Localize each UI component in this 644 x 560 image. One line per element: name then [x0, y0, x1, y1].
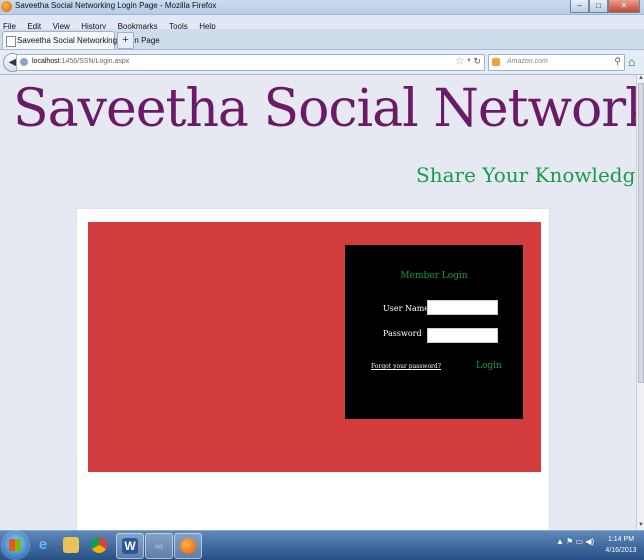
page-content: Saveetha Social Networking Share Your Kn… — [0, 75, 636, 530]
page-icon — [6, 36, 16, 47]
home-icon[interactable]: ⌂ — [628, 55, 635, 69]
forgot-password-link[interactable]: Forgot your password? — [371, 363, 441, 370]
window-controls: – □ ✕ — [570, 0, 640, 13]
maximize-button[interactable]: □ — [589, 0, 608, 13]
window-titlebar: Saveetha Social Networking Login Page - … — [0, 0, 644, 15]
minimize-button[interactable]: – — [570, 0, 589, 13]
clock-date: 4/16/2013 — [605, 547, 637, 554]
dropdown-arrow-icon[interactable]: ▼ — [466, 58, 472, 64]
scroll-up-icon[interactable]: ▲ — [637, 75, 644, 83]
ie-icon: e — [38, 536, 48, 553]
url-host: localhost — [32, 58, 60, 65]
vertical-scrollbar[interactable]: ▲ ▼ — [636, 75, 644, 530]
password-input[interactable] — [427, 328, 498, 343]
search-bar[interactable]: Amazon.com ⚲ — [488, 54, 625, 71]
start-button[interactable] — [2, 532, 29, 559]
url-path: :1456/SSN/Login.aspx — [59, 58, 130, 65]
site-title: Saveetha Social Networking — [13, 79, 636, 139]
reload-icon[interactable]: ↻ — [473, 56, 481, 67]
tab-login-page[interactable]: Saveetha Social Networking Login Page — [2, 31, 160, 49]
word-icon: W — [122, 538, 138, 554]
chrome-icon — [91, 537, 107, 553]
menu-bar: File Edit View History Bookmarks Tools H… — [0, 15, 644, 31]
search-icon[interactable]: ⚲ — [614, 56, 621, 67]
username-input[interactable] — [427, 300, 498, 315]
navigation-bar: ◀ localhost:1456/SSN/Login.aspx ☆ ▼ ↻ Am… — [0, 50, 644, 75]
new-tab-button[interactable]: + — [117, 32, 134, 49]
tab-label: Saveetha Social Networking Login Page — [17, 36, 160, 45]
username-label: User Name — [383, 304, 430, 313]
login-button[interactable]: Login — [476, 361, 502, 371]
amazon-icon[interactable] — [492, 58, 500, 66]
login-panel: Member Login User Name Password Forgot y… — [345, 245, 523, 419]
url-text[interactable]: localhost:1456/SSN/Login.aspx — [32, 58, 129, 65]
explorer-folder-icon — [63, 537, 79, 553]
taskbar-word[interactable]: W — [116, 533, 144, 559]
search-placeholder: Amazon.com — [507, 58, 548, 65]
windows-taskbar: e W ∞ ▲ ⚑ ▭ ◀) 1:14 PM 4/16/2013 — [0, 530, 644, 560]
scroll-down-icon[interactable]: ▼ — [637, 522, 644, 530]
scroll-thumb[interactable] — [638, 83, 644, 383]
content-card: Member Login User Name Password Forgot y… — [76, 208, 550, 530]
clock[interactable]: 1:14 PM 4/16/2013 — [603, 534, 639, 556]
close-button[interactable]: ✕ — [608, 0, 640, 13]
firefox-icon — [180, 538, 196, 554]
bookmark-star-icon[interactable]: ☆ — [455, 56, 464, 67]
taskbar-firefox[interactable] — [174, 533, 202, 559]
taskbar-explorer[interactable] — [58, 533, 84, 557]
login-title: Member Login — [400, 271, 468, 281]
red-banner: Member Login User Name Password Forgot y… — [88, 222, 541, 472]
windows-logo-icon — [9, 539, 21, 551]
taskbar-visual-studio[interactable]: ∞ — [145, 533, 173, 559]
password-label: Password — [383, 329, 422, 338]
site-tagline: Share Your Knowledge — [416, 163, 636, 187]
clock-time: 1:14 PM — [607, 536, 635, 543]
system-tray[interactable]: ▲ ⚑ ▭ ◀) — [556, 537, 594, 546]
url-bar[interactable]: localhost:1456/SSN/Login.aspx ☆ ▼ ↻ — [16, 54, 485, 71]
taskbar-chrome[interactable] — [86, 533, 112, 557]
window-title: Saveetha Social Networking Login Page - … — [15, 1, 217, 10]
taskbar-ie[interactable]: e — [30, 533, 56, 557]
globe-icon — [20, 58, 28, 66]
firefox-icon — [1, 1, 12, 12]
tab-strip: Saveetha Social Networking Login Page + — [0, 29, 644, 50]
visual-studio-icon: ∞ — [154, 539, 164, 553]
